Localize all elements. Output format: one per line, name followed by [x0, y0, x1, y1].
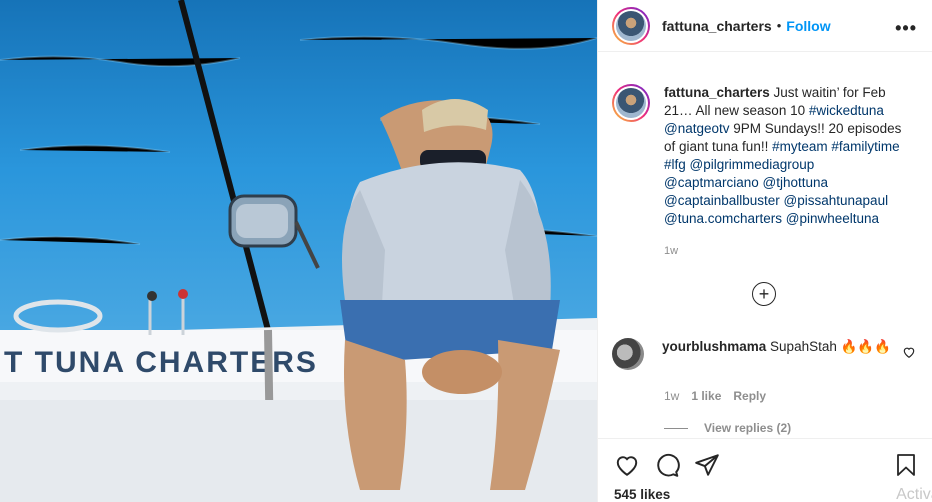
- mention-link[interactable]: @pinwheeltuna: [786, 211, 879, 226]
- comment-like-heart-icon[interactable]: [902, 345, 916, 359]
- post-side-panel: fattuna_charters • Follow ••• fattuna_ch…: [597, 0, 932, 502]
- comment-item: yourblushmama SupahStah 🔥🔥🔥 1w 1 like Re…: [612, 338, 922, 403]
- load-more-comments-icon[interactable]: +: [752, 282, 776, 306]
- reply-button[interactable]: Reply: [733, 389, 766, 403]
- author-avatar[interactable]: [612, 6, 650, 45]
- like-heart-icon[interactable]: [614, 452, 640, 478]
- caption-avatar[interactable]: [612, 84, 650, 122]
- comment-text: SupahStah 🔥🔥🔥: [770, 339, 892, 354]
- separator-dot: •: [776, 18, 782, 33]
- post-photo[interactable]: T TUNA CHARTERS: [0, 0, 597, 502]
- comment-timestamp[interactable]: 1w: [664, 389, 679, 403]
- post-actions: 545 likes Activate: [598, 438, 932, 502]
- activate-watermark: Activate: [896, 486, 932, 502]
- post-caption: fattuna_charters Just waitin’ for Feb 21…: [612, 84, 922, 260]
- mention-link[interactable]: @tjhottuna: [763, 175, 829, 190]
- hashtag-link[interactable]: #wickedtuna: [809, 103, 884, 118]
- mention-link[interactable]: @natgeotv: [664, 121, 730, 136]
- mention-link[interactable]: @pissahtunapaul: [784, 193, 889, 208]
- likes-count[interactable]: 545 likes: [614, 487, 670, 502]
- mention-link[interactable]: @tuna.comcharters: [664, 211, 782, 226]
- view-replies-label: View replies (2): [704, 421, 792, 435]
- more-options-icon[interactable]: •••: [895, 18, 917, 39]
- author-username[interactable]: fattuna_charters: [662, 18, 772, 34]
- replies-divider: [664, 427, 688, 429]
- caption-username[interactable]: fattuna_charters: [664, 85, 770, 100]
- comment-likes[interactable]: 1 like: [691, 389, 721, 403]
- comment-meta: 1w 1 like Reply: [664, 389, 766, 403]
- caption-timestamp[interactable]: 1w: [664, 242, 909, 260]
- caption-body: fattuna_charters Just waitin’ for Feb 21…: [664, 84, 909, 260]
- comment-body: yourblushmama SupahStah 🔥🔥🔥: [662, 338, 892, 370]
- save-bookmark-icon[interactable]: [894, 452, 918, 478]
- hashtag-link[interactable]: #lfg: [664, 157, 686, 172]
- view-replies-button[interactable]: View replies (2): [664, 421, 791, 435]
- follow-button[interactable]: Follow: [786, 18, 830, 34]
- mention-link[interactable]: @captmarciano: [664, 175, 759, 190]
- mention-link[interactable]: @pilgrimmediagroup: [690, 157, 815, 172]
- photo-illustration: T TUNA CHARTERS: [0, 0, 597, 502]
- hashtag-link[interactable]: #familytime: [831, 139, 899, 154]
- comment-bubble-icon[interactable]: [654, 452, 680, 478]
- mention-link[interactable]: @captainballbuster: [664, 193, 780, 208]
- commenter-username[interactable]: yourblushmama: [662, 339, 766, 354]
- commenter-avatar[interactable]: [612, 338, 644, 370]
- hashtag-link[interactable]: #myteam: [772, 139, 828, 154]
- share-send-icon[interactable]: [694, 452, 720, 478]
- post-header: fattuna_charters • Follow •••: [598, 0, 932, 52]
